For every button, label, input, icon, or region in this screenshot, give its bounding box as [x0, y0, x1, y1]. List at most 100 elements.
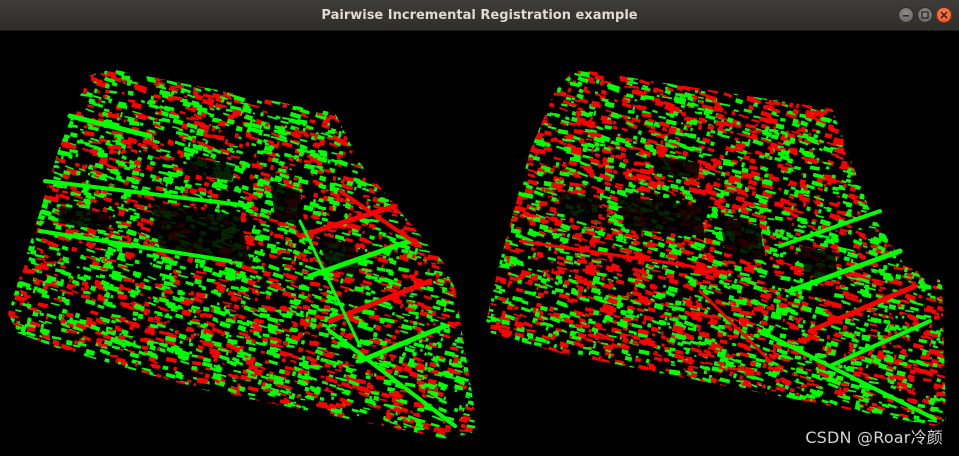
cloud-point [100, 248, 107, 252]
cloud-point [295, 407, 300, 411]
cloud-point [18, 112, 23, 118]
cloud-point [25, 198, 30, 203]
cloud-point [454, 86, 460, 92]
cloud-point [427, 224, 433, 228]
cloud-point [197, 419, 207, 425]
cloud-point [428, 198, 435, 203]
cloud-point [337, 177, 341, 181]
maximize-button[interactable] [917, 7, 933, 23]
cloud-point [47, 419, 51, 425]
cloud-point [415, 205, 419, 211]
cloud-point [20, 113, 30, 117]
cloud-point [130, 377, 137, 383]
cloud-point [14, 364, 23, 371]
cloud-point [92, 362, 98, 368]
cloud-point [114, 202, 120, 206]
cloud-point [17, 253, 24, 257]
cloud-point [447, 120, 457, 126]
cloud-point [92, 423, 99, 428]
cloud-point [457, 161, 465, 166]
cloud-point [345, 366, 354, 374]
cloud-point [14, 225, 20, 229]
cloud-point [10, 111, 17, 117]
cloud-point [309, 96, 317, 101]
cloud-point [189, 74, 196, 78]
cloud-point [43, 423, 55, 430]
cloud-point [241, 415, 251, 421]
cloud-point [312, 88, 321, 95]
cloud-point [475, 189, 478, 196]
cloud-point [25, 224, 33, 230]
cloud-point [468, 364, 478, 371]
cloud-point [18, 231, 24, 237]
cloud-point [318, 183, 327, 190]
cloud-point [97, 304, 105, 310]
cloud-point [143, 399, 150, 405]
cloud-point [236, 87, 247, 95]
cloud-point [272, 81, 283, 87]
cloud-point [185, 280, 194, 287]
cloud-point [29, 406, 37, 411]
cloud-point [469, 140, 477, 146]
title-bar[interactable]: Pairwise Incremental Registration exampl… [0, 0, 959, 31]
cloud-point [407, 109, 417, 116]
cloud-point [25, 133, 34, 141]
cloud-point [109, 437, 121, 439]
cloud-point [28, 123, 37, 129]
cloud-point [8, 373, 12, 378]
cloud-point [378, 86, 385, 90]
cloud-point [131, 102, 142, 110]
cloud-point [26, 200, 35, 206]
minimize-button[interactable] [898, 7, 914, 23]
cloud-point [88, 409, 92, 413]
cloud-point [204, 412, 211, 419]
cloud-point [446, 258, 454, 265]
cloud-point [340, 69, 351, 75]
cloud-point [389, 258, 397, 266]
cloud-point [445, 69, 453, 73]
cloud-point [266, 243, 277, 250]
cloud-point [41, 130, 45, 135]
cloud-point [43, 261, 49, 264]
cloud-point [450, 235, 460, 241]
cloud-point [190, 272, 195, 276]
cloud-point [245, 417, 251, 422]
cloud-point [362, 437, 366, 439]
cloud-point [28, 385, 38, 391]
cloud-point [72, 433, 77, 436]
cloud-point [468, 91, 472, 96]
cloud-point [73, 124, 79, 129]
cloud-point [4, 173, 7, 177]
cloud-point [293, 417, 298, 420]
cloud-point [144, 398, 150, 403]
cloud-point [462, 229, 467, 234]
cloud-point [319, 76, 328, 83]
cloud-point [216, 302, 220, 306]
cloud-point [467, 386, 474, 392]
cloud-point [353, 95, 359, 101]
cloud-point [332, 363, 337, 368]
cloud-point [477, 229, 478, 235]
cloud-point [411, 146, 416, 152]
cloud-point [149, 174, 157, 179]
cloud-point [208, 393, 220, 399]
cloud-point [40, 323, 45, 329]
cloud-point [479, 437, 489, 440]
cloud-point [389, 181, 394, 185]
cloud-point [218, 425, 229, 432]
cloud-point [139, 122, 144, 127]
close-button[interactable] [936, 7, 952, 23]
cloud-point [352, 98, 357, 105]
cloud-point [475, 140, 478, 146]
cloud-point [464, 358, 476, 365]
point-cloud-canvas[interactable] [0, 31, 959, 456]
cloud-point [248, 81, 252, 87]
pcl-visualizer-viewport[interactable]: CSDN @Roar冷颜 [0, 31, 959, 456]
cloud-point [61, 245, 69, 251]
cloud-point [293, 69, 304, 72]
cloud-point [8, 108, 13, 115]
cloud-point [8, 435, 14, 439]
cloud-point [125, 395, 130, 400]
cloud-point [15, 148, 27, 156]
cloud-point [134, 432, 139, 438]
